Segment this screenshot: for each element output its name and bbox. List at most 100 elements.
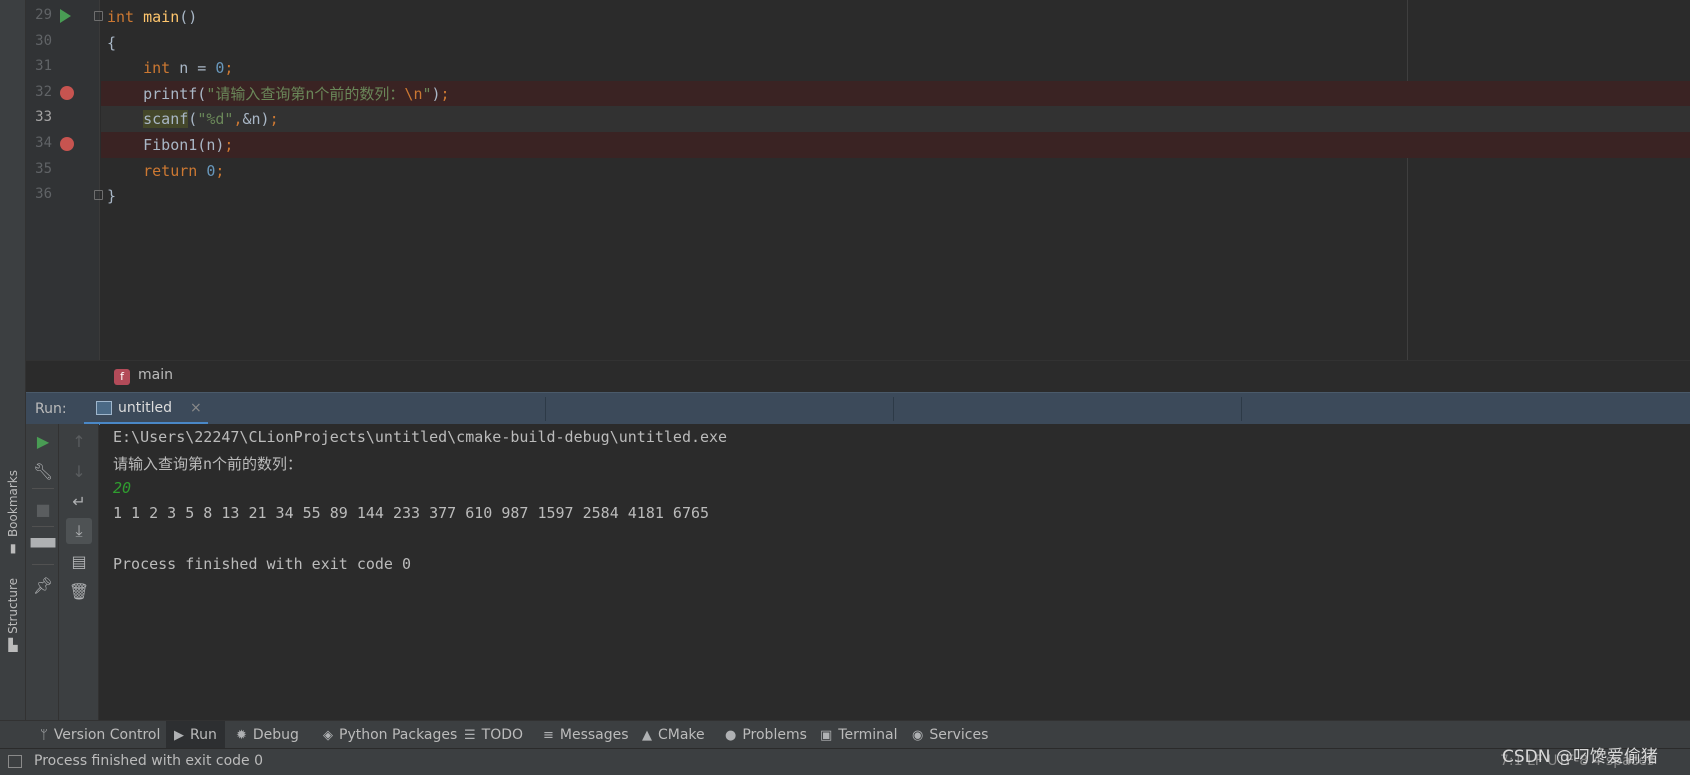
code-line[interactable]: int n = 0; xyxy=(101,55,1690,81)
code-token: ; xyxy=(224,136,234,154)
run-toolbar-secondary: ↑ ↓ ↵ ⤓ ▤ 🗑︎ xyxy=(59,424,99,720)
console-line: 20 xyxy=(113,478,132,497)
line-number[interactable]: 32 xyxy=(26,84,52,100)
line-number[interactable]: 30 xyxy=(26,33,52,49)
play-icon: ▶ xyxy=(36,431,50,451)
soft-wrap-icon: ↵ xyxy=(72,491,86,511)
tool-tab-label: Version Control xyxy=(53,727,161,743)
editor-gutter[interactable]: 29 30 31 32 33 34 35 36 xyxy=(26,0,103,360)
code-token: " xyxy=(422,84,432,103)
next-occurrence-button[interactable]: ↓ xyxy=(66,458,92,484)
console-line: Process finished with exit code 0 xyxy=(113,555,412,573)
pin-tab-button[interactable]: 📌︎ xyxy=(30,572,56,598)
run-toolbar-primary: ▶ 🔧︎ ■ ▀▀ 📌︎ xyxy=(26,424,59,720)
tool-tab-cmake[interactable]: ▲ CMake xyxy=(634,721,713,749)
tool-tab-version-control[interactable]: ᛘ Version Control xyxy=(32,721,168,749)
pin-icon: 📌︎ xyxy=(32,575,54,595)
console-output[interactable]: E:\Users\22247\CLionProjects\untitled\cm… xyxy=(100,424,1690,720)
line-number[interactable]: 33 xyxy=(26,109,52,125)
bug-icon: ✹ xyxy=(236,727,247,743)
code-area[interactable]: int main(){ int n = 0; printf("请输入查询第n个前… xyxy=(101,0,1690,360)
services-icon: ◉ xyxy=(912,727,924,743)
tool-window-bar: ᛘ Version Control ▶ Run ✹ Debug ◈ Python Packag… xyxy=(0,720,1690,749)
tool-tab-label: Terminal xyxy=(838,727,898,743)
scroll-to-end-button[interactable]: ⤓ xyxy=(66,518,92,544)
code-line[interactable]: printf("请输入查询第n个前的数列：\n"); xyxy=(101,80,1690,107)
header-divider xyxy=(1241,397,1242,421)
list-icon: ☰ xyxy=(464,727,476,743)
code-line[interactable]: Fibon1(n); xyxy=(101,132,1690,158)
stop-button[interactable]: ■ xyxy=(30,496,56,522)
watermark: CSDN @叼馋爱偷猪 xyxy=(1502,747,1658,767)
code-line[interactable]: } xyxy=(101,183,1690,209)
structure-tab[interactable]: Structure ▙ xyxy=(3,578,23,652)
code-token: \n xyxy=(404,84,423,103)
previous-occurrence-button[interactable]: ↑ xyxy=(66,428,92,454)
tool-tab-todo[interactable]: ☰ TODO xyxy=(456,721,531,749)
printer-icon: ▤ xyxy=(71,551,87,571)
tool-tab-terminal[interactable]: ▣ Terminal xyxy=(812,721,905,749)
line-number[interactable]: 35 xyxy=(26,161,52,177)
tool-tab-label: Run xyxy=(190,727,217,743)
header-divider xyxy=(893,397,894,421)
cmake-icon: ▲ xyxy=(642,727,652,743)
line-number[interactable]: 31 xyxy=(26,58,52,74)
tool-tab-python-packages[interactable]: ◈ Python Packages xyxy=(315,721,465,749)
tool-tab-label: Messages xyxy=(559,727,629,743)
code-token: } xyxy=(107,187,117,206)
run-tab-untitled[interactable]: untitled × xyxy=(84,393,208,425)
line-number[interactable]: 29 xyxy=(26,7,52,23)
code-line[interactable]: return 0; xyxy=(101,158,1690,184)
breakpoint-icon[interactable] xyxy=(60,85,74,100)
soft-wrap-button[interactable]: ↵ xyxy=(66,488,92,514)
bookmarks-tab[interactable]: Bookmarks ▮ xyxy=(3,470,23,555)
print-button[interactable]: ▤ xyxy=(66,548,92,574)
run-panel-header: Run: untitled × xyxy=(26,392,1690,425)
console-icon xyxy=(96,401,112,415)
line-number[interactable]: 36 xyxy=(26,186,52,202)
rerun-button[interactable]: ▶ xyxy=(30,428,56,454)
code-token: scanf xyxy=(143,110,189,129)
edit-configuration-button[interactable]: 🔧︎ xyxy=(30,458,56,484)
line-number[interactable]: 34 xyxy=(26,135,52,151)
code-token: ) xyxy=(431,84,441,103)
toolbar-divider xyxy=(32,564,54,565)
code-token: return xyxy=(143,161,207,180)
tool-tab-run[interactable]: ▶ Run xyxy=(166,721,225,749)
run-gutter-icon[interactable] xyxy=(60,9,71,23)
tool-tab-problems[interactable]: ● Problems xyxy=(717,721,815,749)
code-token: printf( xyxy=(107,84,207,103)
clear-all-button[interactable]: 🗑︎ xyxy=(66,578,92,604)
code-line[interactable]: int main() xyxy=(101,4,1690,30)
code-token: main xyxy=(143,8,180,26)
tool-tab-debug[interactable]: ✹ Debug xyxy=(228,721,307,749)
status-message: Process finished with exit code 0 xyxy=(34,753,264,769)
function-icon: f xyxy=(114,369,130,385)
left-tool-strip: Bookmarks ▮ Structure ▙ xyxy=(0,0,26,720)
problems-icon: ● xyxy=(725,727,737,743)
tool-tab-label: CMake xyxy=(658,727,705,743)
trash-icon: 🗑︎ xyxy=(68,581,90,601)
code-token: &n) xyxy=(242,110,270,129)
code-token: ; xyxy=(269,110,279,129)
code-token: ; xyxy=(440,84,450,103)
code-token: "%d" xyxy=(197,110,234,129)
tool-tab-services[interactable]: ◉ Services xyxy=(904,721,996,749)
close-icon[interactable]: × xyxy=(190,400,202,416)
tool-tab-label: Problems xyxy=(742,727,807,743)
breadcrumb-item-main[interactable]: main xyxy=(138,367,173,383)
toolbar-divider xyxy=(32,488,54,489)
layout-toggle-icon[interactable] xyxy=(8,755,22,768)
breakpoint-icon[interactable] xyxy=(60,137,74,151)
code-line[interactable]: { xyxy=(101,30,1690,56)
tool-tab-messages[interactable]: ≡ Messages xyxy=(535,721,637,749)
code-token: () xyxy=(179,8,198,26)
code-line[interactable]: scanf("%d",&n); xyxy=(101,106,1690,133)
restore-layout-button[interactable]: ▀▀ xyxy=(30,534,56,560)
code-editor[interactable]: 29 30 31 32 33 34 35 36 int main(){ int n = 0; … xyxy=(26,0,1690,360)
stop-icon: ■ xyxy=(35,499,51,519)
status-bar: Process finished with exit code 0 7:1 LF… xyxy=(0,748,1690,775)
